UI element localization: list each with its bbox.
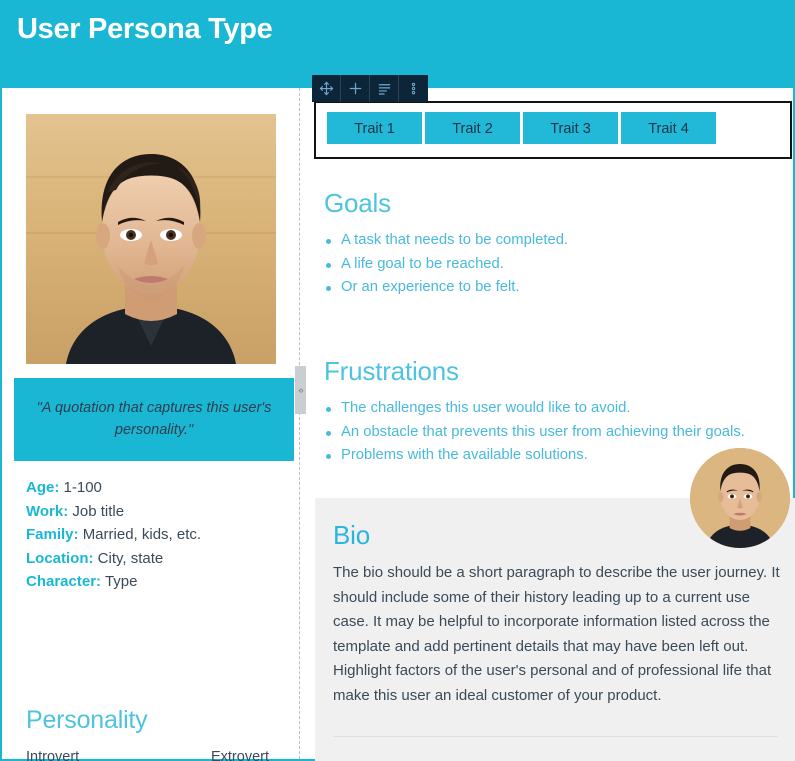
personality-slider-introvert-extrovert: Introvert Extrovert [26, 749, 269, 761]
left-column: "A quotation that captures this user's p… [2, 88, 298, 761]
attribute-value-age: 1-100 [63, 479, 102, 496]
goals-list: A task that needs to be completed. A lif… [324, 229, 789, 300]
splitter-chevrons-icon: ‹› [298, 384, 304, 395]
list-item[interactable]: A task that needs to be completed. [324, 229, 789, 253]
block-toolbar [312, 75, 428, 102]
attribute-row-age[interactable]: Age: 1-100 [26, 476, 286, 500]
attribute-value-work: Job title [72, 502, 125, 520]
attribute-row-location[interactable]: Location: City, state [26, 547, 286, 571]
attribute-key-age: Age: [26, 479, 60, 496]
trait-button-1[interactable]: Trait 1 [327, 112, 422, 144]
plus-icon[interactable] [341, 75, 370, 102]
attribute-key-character: Character: [26, 573, 102, 590]
list-item[interactable]: An obstacle that prevents this user from… [324, 421, 789, 445]
column-splitter: ‹› [295, 88, 306, 759]
personality-section: Personality Introvert Extrovert Thinking… [26, 706, 269, 761]
attribute-value-location: City, state [97, 549, 164, 567]
traits-block[interactable]: Trait 1 Trait 2 Trait 3 Trait 4 [314, 101, 792, 159]
bio-card: Bio The bio should be a short paragraph … [315, 448, 795, 761]
slider-labels: Introvert Extrovert [26, 749, 269, 761]
avatar[interactable] [690, 448, 790, 548]
personality-heading: Personality [26, 706, 148, 734]
attribute-key-location: Location: [26, 549, 94, 567]
align-lines-icon[interactable] [370, 75, 399, 102]
slider-label-right: Extrovert [210, 749, 269, 761]
trait-button-3[interactable]: Trait 3 [523, 112, 618, 144]
persona-body: "A quotation that captures this user's p… [0, 75, 795, 761]
slider-label-left: Introvert [26, 749, 80, 761]
persona-quote-box[interactable]: "A quotation that captures this user's p… [14, 378, 294, 461]
list-item[interactable]: A life goal to be reached. [324, 253, 789, 277]
goals-heading: Goals [324, 188, 391, 218]
attribute-row-family[interactable]: Family: Married, kids, etc. [26, 523, 286, 547]
list-item[interactable]: Or an experience to be felt. [324, 276, 789, 300]
attribute-key-work: Work: [26, 502, 69, 520]
persona-attributes: Age: 1-100 Work: Job title Family: Marri… [26, 476, 286, 594]
attribute-key-family: Family: [26, 526, 79, 543]
attribute-value-family: Married, kids, etc. [82, 526, 202, 543]
attribute-value-character: Type [104, 573, 138, 590]
attribute-row-work[interactable]: Work: Job title [26, 500, 286, 524]
trait-button-2[interactable]: Trait 2 [425, 112, 520, 144]
frustrations-section: Frustrations The challenges this user wo… [324, 356, 789, 468]
bio-text[interactable]: The bio should be a short paragraph to d… [333, 561, 781, 708]
bio-divider [333, 736, 778, 737]
kebab-menu-icon[interactable] [399, 75, 428, 102]
trait-button-4[interactable]: Trait 4 [621, 112, 716, 144]
move-icon[interactable] [312, 75, 341, 102]
persona-quote-text: "A quotation that captures this user's p… [36, 400, 272, 438]
frustrations-heading: Frustrations [324, 356, 459, 386]
right-column: Trait 1 Trait 2 Trait 3 Trait 4 Goals A tas… [305, 75, 795, 761]
persona-template-page: User Persona Type "A quotation that capt… [0, 0, 795, 761]
goals-section: Goals A task that needs to be completed.… [324, 188, 789, 300]
persona-photo[interactable] [26, 114, 276, 364]
page-title: User Persona Type [17, 13, 273, 45]
list-item[interactable]: The challenges this user would like to a… [324, 397, 789, 421]
attribute-row-character[interactable]: Character: Type [26, 570, 286, 594]
